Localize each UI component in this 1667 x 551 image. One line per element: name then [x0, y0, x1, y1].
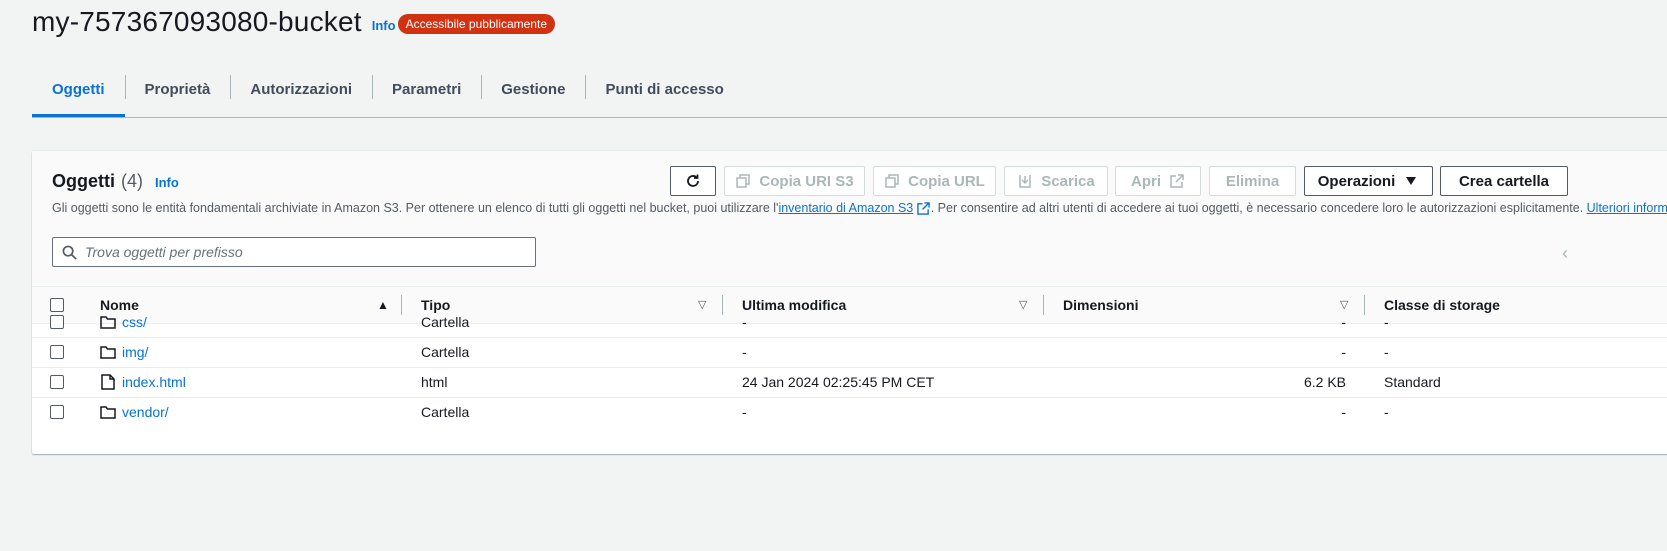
bucket-tabs: Oggetti Proprietà Autorizzazioni Paramet… [32, 75, 1667, 118]
copy-url-button[interactable]: Copia URL [873, 166, 996, 196]
search-icon [61, 244, 77, 260]
open-label: Apri [1131, 172, 1161, 190]
download-button[interactable]: Scarica [1004, 166, 1108, 196]
refresh-button[interactable] [670, 166, 716, 196]
tab-gestione[interactable]: Gestione [481, 75, 585, 111]
copy-uri-label: Copia URI S3 [759, 172, 854, 190]
tab-autorizzazioni[interactable]: Autorizzazioni [230, 75, 372, 111]
objects-description: Gli oggetti sono le entità fondamentali … [52, 201, 1667, 216]
bucket-info-link[interactable]: Info [372, 18, 396, 33]
name-cell: vendor/ [100, 397, 169, 427]
folder-icon [100, 404, 116, 420]
table-row[interactable]: img/ Cartella - - - [32, 337, 1667, 368]
objects-panel-header: Oggetti (4) Info Copia URI S3 Copia URL [32, 151, 1667, 286]
row-checkbox[interactable] [50, 405, 64, 419]
download-label: Scarica [1041, 172, 1095, 190]
name-cell: img/ [100, 337, 148, 367]
file-icon [100, 374, 116, 390]
modified-cell: - [742, 344, 747, 360]
object-name-link[interactable]: css/ [122, 314, 147, 330]
table-row[interactable]: vendor/ Cartella - - - [32, 397, 1667, 427]
objects-info-link[interactable]: Info [155, 175, 179, 190]
object-name-link[interactable]: index.html [122, 374, 186, 390]
page-header: my-757367093080-bucket Info Accessibile … [32, 6, 555, 38]
objects-title: Oggetti [52, 171, 115, 191]
external-link-icon [917, 202, 931, 216]
description-text-2: . Per consentire ad altri utenti di acce… [930, 201, 1587, 215]
learn-more-link[interactable]: Ulteriori informazioni [1587, 201, 1667, 215]
objects-count: (4) [121, 171, 143, 191]
copy-url-label: Copia URL [908, 172, 985, 190]
tab-punti-di-accesso[interactable]: Punti di accesso [585, 75, 743, 111]
row-checkbox[interactable] [50, 375, 64, 389]
actions-dropdown[interactable]: Operazioni [1304, 166, 1433, 196]
delete-label: Elimina [1225, 172, 1280, 190]
chevron-left-icon[interactable]: ‹ [1562, 243, 1568, 264]
external-link-icon [1169, 173, 1185, 189]
size-cell: - [1341, 314, 1346, 330]
caret-down-icon [1403, 173, 1419, 189]
size-cell: - [1341, 344, 1346, 360]
folder-icon [100, 344, 116, 360]
modified-cell: 24 Jan 2024 02:25:45 PM CET [742, 374, 935, 390]
objects-panel-title: Oggetti (4) Info [52, 171, 179, 192]
description-text-1: Gli oggetti sono le entità fondamentali … [52, 201, 779, 215]
row-checkbox[interactable] [50, 315, 64, 329]
refresh-icon [685, 173, 701, 189]
storage-cell: - [1384, 344, 1389, 360]
size-cell: 6.2 KB [1303, 374, 1346, 390]
table-row[interactable]: css/ Cartella - - - [32, 307, 1667, 338]
tab-proprieta[interactable]: Proprietà [124, 75, 231, 111]
type-cell: Cartella [421, 344, 470, 360]
create-folder-button[interactable]: Crea cartella [1440, 166, 1568, 196]
delete-button[interactable]: Elimina [1209, 166, 1296, 196]
modified-cell: - [742, 314, 747, 330]
folder-icon [100, 314, 116, 330]
storage-cell: - [1384, 314, 1389, 330]
name-cell: index.html [100, 367, 186, 397]
copy-uri-button[interactable]: Copia URI S3 [724, 166, 865, 196]
size-cell: - [1341, 404, 1346, 420]
type-cell: Cartella [421, 404, 470, 420]
search-placeholder: Trova oggetti per prefisso [85, 244, 243, 260]
object-name-link[interactable]: img/ [122, 344, 148, 360]
s3-inventory-link[interactable]: inventario di Amazon S3 [778, 201, 913, 215]
tab-parametri[interactable]: Parametri [372, 75, 481, 111]
bucket-title: my-757367093080-bucket [32, 6, 362, 37]
copy-icon [735, 173, 751, 189]
modified-cell: - [742, 404, 747, 420]
name-cell: css/ [100, 307, 147, 337]
search-input[interactable]: Trova oggetti per prefisso [52, 237, 536, 267]
type-cell: Cartella [421, 314, 470, 330]
tab-oggetti[interactable]: Oggetti [32, 75, 125, 117]
download-icon [1017, 173, 1033, 189]
object-name-link[interactable]: vendor/ [122, 404, 169, 420]
storage-cell: Standard [1384, 374, 1441, 390]
copy-icon [884, 173, 900, 189]
table-row[interactable]: index.html html 24 Jan 2024 02:25:45 PM … [32, 367, 1667, 398]
objects-panel: Oggetti (4) Info Copia URI S3 Copia URL [32, 151, 1667, 454]
storage-cell: - [1384, 404, 1389, 420]
open-button[interactable]: Apri [1115, 166, 1201, 196]
create-folder-label: Crea cartella [1458, 172, 1550, 190]
type-cell: html [421, 374, 448, 390]
actions-label: Operazioni [1317, 172, 1396, 190]
public-access-badge: Accessibile pubblicamente [397, 14, 555, 34]
row-checkbox[interactable] [50, 345, 64, 359]
